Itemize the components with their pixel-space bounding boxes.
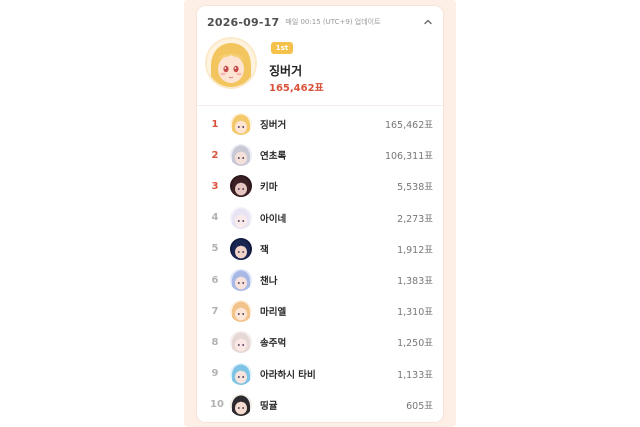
vote-count: 1,250표 (397, 338, 433, 350)
vote-count: 106,311표 (384, 151, 433, 163)
ranking-row[interactable]: 1 징버거 165,462표 (197, 110, 443, 138)
vote-count: 605표 (406, 400, 433, 412)
vote-count: 1,133표 (397, 369, 433, 381)
member-name: 챈나 (260, 276, 278, 287)
member-avatar (230, 362, 252, 385)
member-name: 아이네 (260, 213, 287, 225)
member-name: 아라하시 타비 (260, 369, 316, 381)
rank-number: 1 (211, 118, 219, 130)
rank-number: 2 (211, 149, 219, 161)
ranking-date: 2026-09-17 (207, 15, 280, 29)
member-avatar (230, 300, 252, 323)
vote-count: 165,462표 (384, 120, 433, 131)
member-name: 키마 (260, 182, 278, 194)
top-ranker-name: 징버거 (269, 64, 303, 78)
vote-count: 1,383표 (397, 276, 433, 287)
top-ranker-avatar[interactable] (207, 39, 255, 87)
rank-number: 5 (211, 243, 219, 255)
member-name: 연초록 (260, 151, 287, 163)
ranking-row[interactable]: 8 송주먹 1,250표 (197, 328, 443, 356)
member-avatar (230, 269, 252, 291)
ranking-row[interactable]: 4 아이네 2,273표 (197, 204, 443, 232)
member-avatar (230, 331, 252, 354)
ranking-row[interactable]: 5 잭 1,912표 (197, 235, 443, 263)
rank-number: 7 (211, 305, 219, 317)
top-ranker-votes: 165,462표 (269, 83, 324, 94)
member-name: 띵귤 (260, 400, 278, 412)
member-name: 징버거 (260, 120, 287, 131)
member-avatar (230, 393, 252, 416)
update-schedule: 매일 00:15 (UTC+9) 업데이트 (285, 18, 381, 26)
rank-number: 10 (210, 399, 224, 411)
ranking-row[interactable]: 6 챈나 1,383표 (197, 266, 443, 294)
vote-count: 2,273표 (397, 213, 433, 225)
rank-number: 8 (211, 336, 219, 348)
ranking-header: 2026-09-17 매일 00:15 (UTC+9) 업데이트 (207, 15, 433, 29)
ranking-row[interactable]: 10 띵귤 605표 (197, 391, 443, 419)
member-avatar (230, 113, 252, 135)
divider (197, 105, 443, 106)
first-place-badge: 1st (271, 42, 293, 54)
vote-count: 5,538표 (397, 182, 433, 194)
ranking-row[interactable]: 9 아라하시 타비 1,133표 (197, 360, 443, 388)
member-avatar (230, 206, 252, 229)
rank-number: 4 (211, 212, 219, 224)
rank-number: 3 (211, 180, 219, 192)
member-name: 잭 (260, 244, 269, 256)
rank-number: 6 (211, 274, 219, 286)
vote-count: 1,912표 (397, 244, 433, 256)
member-avatar (230, 144, 252, 167)
ranking-row[interactable]: 2 연초록 106,311표 (197, 141, 443, 169)
member-name: 마리엘 (260, 307, 287, 319)
ranking-card: 2026-09-17 매일 00:15 (UTC+9) 업데이트 1st 징버거… (197, 6, 443, 422)
vote-count: 1,310표 (397, 307, 433, 319)
ranking-row[interactable]: 7 마리엘 1,310표 (197, 297, 443, 325)
member-avatar (230, 175, 252, 198)
rank-number: 9 (211, 368, 219, 380)
chevron-up-icon[interactable] (423, 17, 433, 27)
member-name: 송주먹 (260, 338, 287, 350)
ranking-row[interactable]: 3 키마 5,538표 (197, 172, 443, 200)
member-avatar (230, 237, 252, 260)
